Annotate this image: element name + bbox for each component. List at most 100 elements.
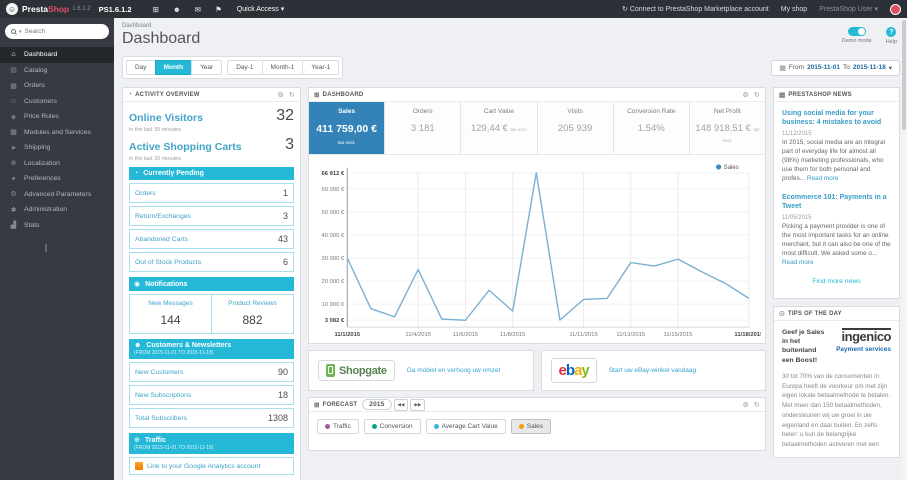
news-icon: ▤ [779, 91, 786, 99]
help-icon[interactable]: ? [886, 27, 897, 37]
chevron-down-icon: ▾ [874, 6, 878, 13]
sidebar-item-advanced-parameters[interactable]: ⚙ Advanced Parameters [0, 187, 114, 203]
panel-refresh-icon[interactable]: ↻ [289, 91, 295, 99]
metric-sales-button[interactable]: Sales [510, 419, 551, 434]
user-avatar[interactable] [890, 3, 901, 15]
tip-heading: Geef je Sales in het buitenland een Boos… [782, 329, 825, 364]
forecast-prev-button[interactable]: ◀◀ [393, 398, 409, 411]
notifications-grid: New Messages 144 Product Reviews 882 [129, 294, 294, 334]
my-shop-link[interactable]: My shop [781, 6, 807, 13]
prestashop-logo[interactable]: ☺ [6, 3, 18, 15]
abandoned-carts-row[interactable]: Abandoned Carts 43 [129, 229, 294, 249]
sidebar-item-preferences[interactable]: ✦ Preferences [0, 171, 114, 187]
sidebar-item-customers[interactable]: ☺ Customers [0, 94, 114, 110]
article-title-link[interactable]: Ecommerce 101: Payments in a Tweet [782, 193, 891, 211]
page-title: Dashboard [122, 30, 201, 47]
new-messages-cell[interactable]: New Messages 144 [130, 295, 211, 333]
messages-icon[interactable]: ✉ [195, 5, 201, 14]
help-control: ? Help [886, 27, 897, 45]
panel-settings-icon[interactable]: ⚙ [277, 91, 283, 99]
page-scrollbar[interactable] [901, 18, 907, 480]
sidebar-item-dashboard[interactable]: ⌂ Dashboard [0, 47, 114, 63]
badges-icon[interactable]: ⚑ [215, 5, 222, 14]
read-more-link[interactable]: Read more [807, 175, 839, 182]
sidebar-item-catalog[interactable]: ▤ Catalog [0, 63, 114, 79]
total-subscribers-row[interactable]: Total Subscribers 1308 [129, 408, 294, 428]
kpi-net-profit[interactable]: Net Profit 148 918,51 € tax excl. [689, 102, 766, 154]
sidebar-item-administration[interactable]: ✱ Administration [0, 202, 114, 218]
customers-icon: ☺ [9, 97, 18, 105]
metric-conversion-button[interactable]: Conversion [363, 419, 421, 434]
panel-settings-icon[interactable]: ⚙ [742, 91, 748, 99]
orders-icon: ▦ [10, 82, 17, 90]
sidebar-item-modules-and-services[interactable]: ▩ Modules and Services [0, 125, 114, 141]
tips-of-the-day-panel: ☉ TIPS OF THE DAY Geef je Sales in het b… [773, 306, 900, 458]
kpi-orders[interactable]: Orders 3 181 [385, 102, 462, 154]
shopgate-logo[interactable]: Shopgate [318, 360, 395, 381]
sidebar-item-orders[interactable]: ▦ Orders [0, 78, 114, 94]
kpi-sales[interactable]: Sales 411 759,00 € tax excl. [309, 102, 386, 154]
metric-traffic-button[interactable]: Traffic [317, 419, 359, 434]
find-more-news-link[interactable]: Find more news [782, 278, 891, 285]
forecast-panel-title: FORECAST [322, 401, 358, 408]
google-analytics-row[interactable]: Link to your Google Analytics account [129, 457, 294, 475]
panel-refresh-icon[interactable]: ↻ [754, 401, 760, 409]
range-year-1-button[interactable]: Year-1 [302, 60, 340, 75]
new-subscriptions-row[interactable]: New Subscriptions 18 [129, 385, 294, 405]
active-carts-link[interactable]: Active Shopping Carts [129, 141, 242, 153]
scrollbar-thumb[interactable] [902, 20, 906, 130]
active-carts-value: 3 [285, 136, 294, 153]
range-month-1-button[interactable]: Month-1 [261, 60, 304, 75]
panel-settings-icon[interactable]: ⚙ [742, 401, 748, 409]
ebay-logo-text: ebay [558, 362, 590, 379]
prev-icon: ◀◀ [397, 401, 405, 407]
out-of-stock-row[interactable]: Out of Stock Products 6 [129, 252, 294, 272]
sidebar-item-localization[interactable]: ⊕ Localization [0, 156, 114, 172]
kpi-cart-value[interactable]: Cart Value 129,44 € tax excl. [461, 102, 538, 154]
menu-collapse-toggle[interactable]: ∥ [0, 243, 114, 252]
ingenico-logo[interactable]: ingenico Payment services [835, 328, 892, 365]
online-visitors-link[interactable]: Online Visitors [129, 112, 203, 124]
sidebar-menu: ⌂ Dashboard ▤ Catalog ▦ Orders ☺ Customers ◈ Pric… [0, 47, 114, 233]
preferences-icon: ✦ [10, 175, 17, 183]
range-month-button[interactable]: Month [154, 60, 193, 75]
search-icon [11, 29, 16, 34]
forecast-next-button[interactable]: ▶▶ [410, 398, 426, 411]
breadcrumb[interactable]: Dashboard [122, 23, 900, 29]
article-title-link[interactable]: Using social media for your business: 4 … [782, 109, 891, 127]
product-reviews-cell[interactable]: Product Reviews 882 [211, 295, 293, 333]
metric-avg-cart-value-button[interactable]: Average Cart Value [425, 419, 506, 434]
search-box[interactable]: ▾ [5, 24, 109, 39]
advanced-parameters-icon: ⚙ [10, 191, 17, 199]
read-more-link[interactable]: Read more [782, 259, 814, 266]
pending-returns-row[interactable]: Return/Exchanges 3 [129, 206, 294, 226]
kpi-visits[interactable]: Visits 205 939 [537, 102, 614, 154]
online-visitors-stat: Online Visitors in the last 30 minutes 3… [129, 107, 294, 134]
sales-chart[interactable]: 3 082 € 10 000 € 20 000 € 30 000 € 40 000 € 5… [309, 155, 765, 343]
pending-orders-row[interactable]: Orders 1 [129, 183, 294, 203]
range-day-button[interactable]: Day [126, 60, 156, 75]
brand-name: PrestaShop [22, 4, 70, 14]
date-picker-button[interactable]: ▦ From 2015-11-01 To 2015-11-18 ▾ [771, 59, 900, 76]
cart-icon[interactable]: ⊞ [153, 5, 159, 14]
customers-icon[interactable]: ☻ [173, 5, 181, 14]
search-input[interactable] [24, 28, 95, 35]
sidebar-item-shipping[interactable]: ➤ Shipping [0, 140, 114, 156]
range-day-1-button[interactable]: Day-1 [227, 60, 263, 75]
user-menu[interactable]: PrestaShop User ▾ [819, 5, 878, 13]
shopgate-link[interactable]: Ga mobiel en verhoog uw omzet [407, 367, 501, 374]
search-scope-caret-icon[interactable]: ▾ [19, 29, 22, 35]
panel-refresh-icon[interactable]: ↻ [754, 91, 760, 99]
ebay-logo[interactable]: ebay [550, 358, 597, 383]
news-panel-title: PRESTASHOP NEWS [788, 91, 852, 98]
quick-access-menu[interactable]: Quick Access ▾ [237, 5, 284, 13]
range-year-button[interactable]: Year [191, 60, 223, 75]
sidebar-item-stats[interactable]: ▟ Stats [0, 218, 114, 234]
demo-mode-toggle[interactable] [847, 27, 866, 36]
ebay-link[interactable]: Start uw eBay-winkel vandaag [609, 367, 696, 374]
new-customers-row[interactable]: New Customers 90 [129, 362, 294, 382]
kpi-conversion-rate[interactable]: Conversion Rate 1.54% [613, 102, 690, 154]
svg-text:11/18/2015: 11/18/2015 [734, 332, 761, 338]
marketplace-link[interactable]: ↻ Connect to PrestaShop Marketplace acco… [622, 5, 769, 13]
sidebar-item-price-rules[interactable]: ◈ Price Rules [0, 109, 114, 125]
